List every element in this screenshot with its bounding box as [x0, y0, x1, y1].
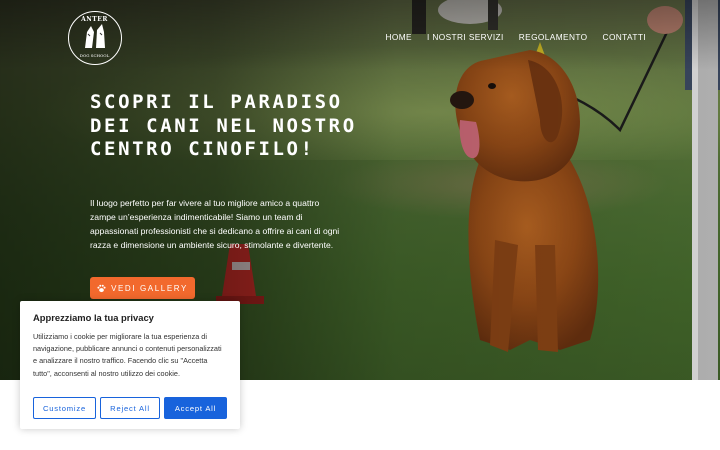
view-gallery-button[interactable]: VEDI GALLERY [90, 277, 195, 299]
page: ANTER DOG SCHOOL HOME I NOSTRI SERVIZI R… [0, 0, 720, 450]
hero-title: Scopri il paradiso dei cani nel nostro c… [90, 91, 357, 160]
paw-icon [97, 284, 106, 292]
nav-item-regolamento[interactable]: REGOLAMENTO [519, 32, 588, 42]
logo-top-text: ANTER [81, 16, 108, 23]
cookie-title: Apprezziamo la tua privacy [33, 312, 154, 323]
main-navigation: HOME I NOSTRI SERVIZI REGOLAMENTO CONTAT… [385, 32, 646, 42]
cookie-customize-button[interactable]: Customize [33, 397, 96, 419]
cookie-accept-all-button[interactable]: Accept All [164, 397, 227, 419]
site-logo[interactable]: ANTER DOG SCHOOL [68, 11, 122, 65]
cookie-consent-banner: Apprezziamo la tua privacy Utilizziamo i… [20, 301, 240, 429]
cookie-button-row: Customize Reject All Accept All [33, 397, 227, 419]
nav-item-servizi[interactable]: I NOSTRI SERVIZI [427, 32, 504, 42]
view-gallery-label: VEDI GALLERY [111, 283, 188, 293]
cookie-description: Utilizziamo i cookie per migliorare la t… [33, 332, 222, 378]
hero-description: Il luogo perfetto per far vivere al tuo … [90, 198, 340, 250]
nav-item-home[interactable]: HOME [385, 32, 412, 42]
logo-bottom-text: DOG SCHOOL [79, 53, 110, 58]
cookie-reject-all-button[interactable]: Reject All [100, 397, 160, 419]
nav-item-contatti[interactable]: CONTATTI [603, 32, 646, 42]
